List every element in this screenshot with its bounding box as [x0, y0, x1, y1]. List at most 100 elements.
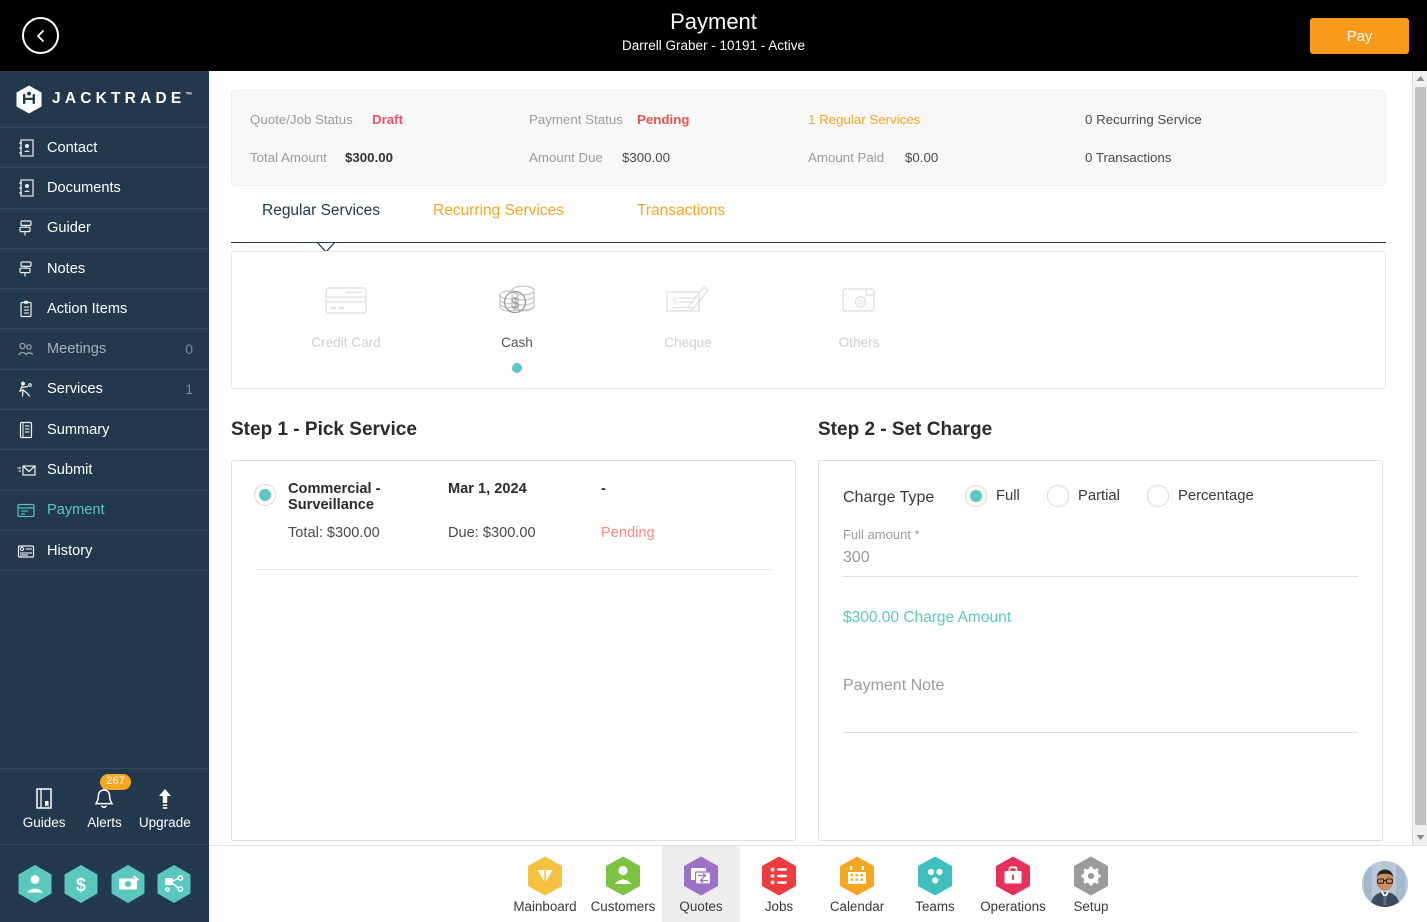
bottom-nav-label: Setup: [1073, 899, 1109, 914]
sidebar-item-notes[interactable]: Notes: [0, 249, 209, 290]
scroll-down-arrow[interactable]: [1413, 830, 1427, 845]
sidebar-item-history[interactable]: History: [0, 531, 209, 572]
page-subtitle: Darrell Graber - 10191 - Active: [621, 38, 806, 53]
sidebar-item-guider[interactable]: Guider: [0, 209, 209, 249]
avatar[interactable]: [1362, 861, 1408, 907]
alerts-button[interactable]: 267 Alerts: [74, 774, 134, 830]
charge-type-option-label: Full: [996, 488, 1020, 504]
payment-method-label: Cheque: [664, 335, 712, 350]
bottom-nav-calendar[interactable]: Calendar: [818, 846, 896, 922]
bottom-nav-items: Mainboard Customers Quotes Jobs Calendar…: [209, 846, 1427, 922]
sidebar-item-documents[interactable]: Documents: [0, 168, 209, 209]
amount-due-value: $300.00: [622, 150, 671, 165]
sidebar-item-summary[interactable]: Summary: [0, 410, 209, 451]
service-tabs: Regular Services Recurring Services Tran…: [231, 198, 1386, 253]
radio-percentage[interactable]: [1147, 485, 1169, 507]
signpost-icon: [16, 218, 36, 238]
book-icon: [33, 783, 55, 811]
sidebar-item-action-items[interactable]: Action Items: [0, 289, 209, 330]
payment-method-others[interactable]: Others: [784, 274, 934, 373]
bottom-nav-quotes[interactable]: Quotes: [662, 846, 740, 922]
pay-button[interactable]: Pay: [1310, 18, 1409, 54]
sidebar-item-contact[interactable]: Contact: [0, 128, 209, 169]
jobs-icon: [760, 855, 798, 897]
amount-due-label: Amount Due: [529, 150, 603, 165]
app-root: Payment Darrell Graber - 10191 - Active …: [0, 0, 1427, 922]
service-status: Pending: [601, 525, 655, 541]
workflow-hex-icon[interactable]: [156, 864, 192, 904]
charge-type-partial[interactable]: Partial: [1047, 485, 1120, 507]
guides-button[interactable]: Guides: [14, 783, 74, 830]
trademark-symbol: ™: [185, 91, 193, 99]
sidebar-footer: Guides 267 Alerts Upgrade: [0, 768, 209, 845]
payment-method-label: Credit Card: [311, 335, 381, 350]
bottom-nav-mainboard[interactable]: Mainboard: [506, 846, 584, 922]
wallet-icon: [784, 274, 934, 326]
service-total: Total: $300.00: [288, 525, 380, 541]
tab-transactions[interactable]: Transactions: [637, 202, 725, 220]
sidebar-item-label: Notes: [47, 260, 86, 277]
sidebar-item-services[interactable]: Services 1: [0, 370, 209, 411]
dollar-hex-icon[interactable]: $: [63, 864, 99, 904]
total-amount-label: Total Amount: [250, 150, 327, 165]
sidebar-item-label: Documents: [47, 179, 121, 196]
sidebar-item-label: History: [47, 542, 93, 559]
payment-method-cash[interactable]: $ Cash: [442, 274, 592, 373]
summary-card: Quote/Job Status Draft Total Amount $300…: [231, 90, 1386, 186]
radio-partial[interactable]: [1047, 485, 1069, 507]
bottom-nav-jobs[interactable]: Jobs: [740, 846, 818, 922]
clipboard-icon: [16, 299, 36, 319]
services-icon: [16, 379, 36, 399]
sidebar-item-meetings[interactable]: Meetings 0: [0, 329, 209, 370]
money-hex-icon[interactable]: [110, 864, 146, 904]
charge-type-row: Charge Type Full Partial Percentage: [843, 485, 1358, 515]
payment-note-field[interactable]: Payment Note i: [843, 677, 1358, 733]
full-amount-field[interactable]: Full amount * 300: [843, 527, 1358, 577]
sidebar-item-label: Summary: [47, 421, 110, 438]
amount-paid-label: Amount Paid: [808, 150, 885, 165]
radio-full[interactable]: [965, 485, 987, 507]
sidebar-item-payment[interactable]: Payment: [0, 491, 209, 531]
scrollbar-thumb[interactable]: [1415, 87, 1426, 825]
payment-method-label: Cash: [501, 335, 533, 350]
page-title: Payment: [670, 9, 757, 34]
sidebar-item-label: Contact: [47, 139, 98, 156]
charge-type-percentage[interactable]: Percentage: [1147, 485, 1254, 507]
bottom-nav-label: Jobs: [764, 899, 794, 914]
contact-book-icon: [16, 138, 36, 158]
step1-title: Step 1 - Pick Service: [231, 419, 417, 440]
full-amount-value[interactable]: 300: [843, 549, 1358, 567]
scroll-up-arrow[interactable]: [1413, 71, 1427, 86]
svg-text:$: $: [76, 875, 86, 895]
brand-logo[interactable]: JACKTRADE™: [0, 71, 209, 128]
bottom-nav-teams[interactable]: Teams: [896, 846, 974, 922]
service-third-col: -: [601, 481, 606, 497]
tab-recurring-services[interactable]: Recurring Services: [433, 202, 564, 220]
tab-regular-services[interactable]: Regular Services: [262, 202, 380, 220]
payment-method-credit-card[interactable]: Credit Card: [271, 274, 421, 373]
upgrade-button[interactable]: Upgrade: [135, 783, 195, 830]
bottom-nav-label: Operations: [980, 899, 1046, 914]
sidebar-item-submit[interactable]: Submit: [0, 450, 209, 491]
envelope-icon: [16, 460, 36, 480]
sidebar-item-label: Submit: [47, 462, 93, 479]
full-amount-label: Full amount *: [843, 527, 920, 542]
bottom-nav-operations[interactable]: Operations: [974, 846, 1052, 922]
service-name: Commercial - Surveillance: [288, 481, 381, 513]
document-icon: [16, 178, 36, 198]
service-select-radio[interactable]: [254, 484, 276, 506]
bottom-nav-setup[interactable]: Setup: [1052, 846, 1130, 922]
bottom-nav-customers[interactable]: Customers: [584, 846, 662, 922]
charge-type-full[interactable]: Full: [965, 485, 1020, 507]
regular-services-link[interactable]: 1 Regular Services: [808, 112, 920, 127]
step2-title: Step 2 - Set Charge: [818, 419, 993, 440]
sidebar-item-label: Action Items: [47, 300, 128, 317]
guides-label: Guides: [22, 815, 66, 830]
bottom-nav-label: Customers: [590, 899, 656, 914]
person-hex-icon[interactable]: [17, 864, 53, 904]
vertical-scrollbar[interactable]: [1412, 71, 1427, 845]
payment-method-cheque[interactable]: $ Cheque: [613, 274, 763, 373]
step1-card: Commercial - Surveillance Mar 1, 2024 - …: [231, 460, 796, 841]
brand-name: JACKTRADE™: [52, 90, 192, 108]
sidebar-item-count: 0: [185, 341, 193, 358]
